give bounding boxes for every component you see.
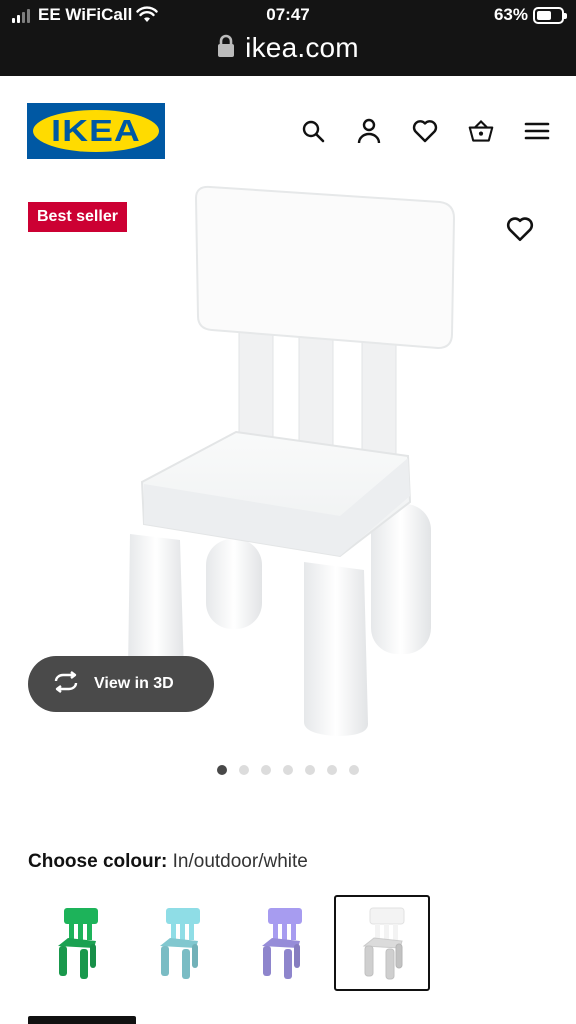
lock-icon — [217, 34, 235, 63]
view-in-3d-button[interactable]: View in 3D — [28, 656, 214, 712]
colour-swatch-green[interactable] — [28, 895, 124, 991]
carousel-dot[interactable] — [261, 765, 271, 775]
best-seller-badge: Best seller — [28, 202, 127, 232]
carousel-dot[interactable] — [239, 765, 249, 775]
clock: 07:47 — [266, 5, 310, 24]
carousel-dot[interactable] — [283, 765, 293, 775]
product-gallery[interactable]: Best seller View in 3D — [0, 180, 576, 800]
favourite-heart-icon[interactable] — [506, 215, 534, 243]
selected-colour: In/outdoor/white — [172, 851, 308, 872]
carousel-dot[interactable] — [327, 765, 337, 775]
colour-swatches — [28, 895, 430, 991]
account-icon[interactable] — [356, 118, 382, 144]
rotate-3d-icon — [52, 670, 80, 698]
battery-icon — [533, 7, 567, 24]
battery-percent: 63% — [493, 5, 528, 24]
colour-swatch-white[interactable] — [334, 895, 430, 991]
carousel-dot[interactable] — [217, 765, 227, 775]
chair-thumbnail — [58, 908, 98, 979]
carousel-indicator[interactable] — [0, 765, 576, 775]
ikea-logo[interactable]: IKEA — [27, 103, 165, 159]
search-icon[interactable] — [300, 118, 326, 144]
chair-thumbnail — [160, 908, 200, 979]
url-text: ikea.com — [245, 32, 359, 63]
heart-icon[interactable] — [412, 118, 438, 144]
carousel-dot[interactable] — [349, 765, 359, 775]
site-header: IKEA — [0, 76, 576, 180]
colour-swatch-turquoise[interactable] — [130, 895, 226, 991]
basket-icon[interactable] — [468, 118, 494, 144]
colour-label: Choose colour: — [28, 851, 168, 872]
colour-chooser-heading: Choose colour: In/outdoor/white — [28, 851, 308, 873]
logo-text: IKEA — [51, 113, 141, 148]
address-bar[interactable]: ikea.com — [0, 30, 576, 66]
view-in-3d-label: View in 3D — [94, 675, 174, 692]
status-bar: EE WiFiCall 07:47 63% ikea.com — [0, 0, 576, 76]
product-name-clipped — [28, 1016, 136, 1024]
carousel-dot[interactable] — [305, 765, 315, 775]
colour-swatch-lilac[interactable] — [232, 895, 328, 991]
menu-icon[interactable] — [524, 118, 550, 144]
chair-thumbnail — [262, 908, 302, 979]
chair-thumbnail — [362, 907, 405, 980]
